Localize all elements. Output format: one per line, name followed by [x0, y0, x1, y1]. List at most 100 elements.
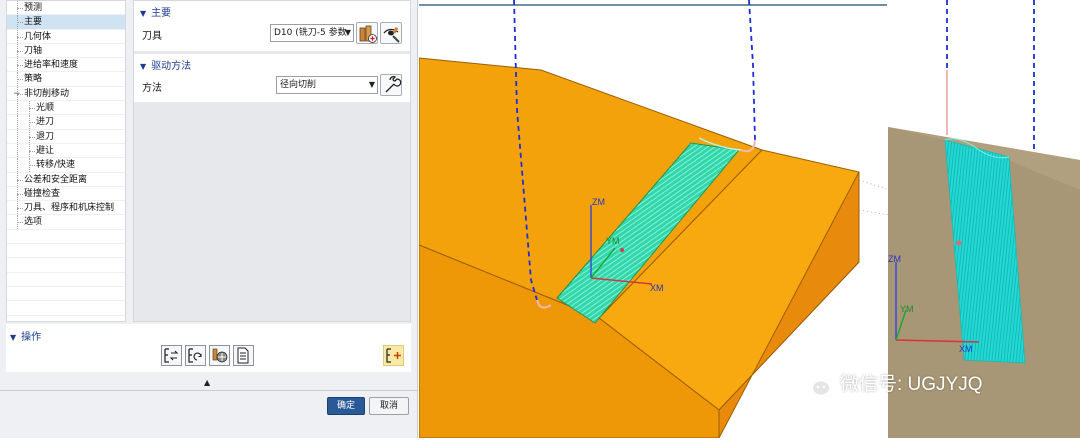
tree-item[interactable]: 刀轴: [7, 43, 125, 59]
tree-guide-line: [17, 129, 18, 143]
list-icon: [237, 347, 249, 364]
tree-item[interactable]: 退刀: [7, 129, 125, 144]
tree-branch-line: [29, 150, 35, 152]
tree-item[interactable]: 策略: [7, 72, 125, 87]
edit-drive-method-button[interactable]: [380, 74, 402, 96]
new-tool-button[interactable]: [356, 22, 378, 44]
tree-item-label: 策略: [24, 74, 43, 85]
tree-item[interactable]: 选项: [7, 215, 125, 230]
tree-item-label: 刀轴: [24, 45, 43, 56]
wrench-icon: [385, 76, 402, 93]
tree-branch-line: [17, 50, 23, 52]
dropdown-arrow-icon: ▼: [368, 80, 375, 89]
tree-item[interactable]: 进给率和速度: [7, 58, 125, 73]
collapse-arrow-icon: ▼: [140, 9, 147, 18]
tree-branch-line: [17, 193, 23, 195]
tree-item-label: 非切削移动: [24, 88, 70, 99]
ok-button[interactable]: 确定: [327, 397, 365, 415]
replay-icon: [188, 348, 202, 363]
drive-method-group: ▼ 驱动方法 方法 径向切削 ▼: [134, 54, 410, 102]
tree-branch-line: [17, 22, 23, 24]
tree-item[interactable]: 预测: [7, 1, 125, 16]
operations-group: ▼ 操作: [6, 324, 411, 372]
generate-button[interactable]: [161, 345, 182, 366]
xm-axis-label-inset: XM: [959, 344, 973, 354]
main-group: ▼ 主要 刀具 D10 (铣刀-5 参数 ▼: [134, 1, 410, 51]
tree-item-label: 预测: [24, 3, 43, 13]
tree-guide-line: [17, 158, 18, 172]
method-select-value: 径向切削: [280, 80, 317, 90]
collapse-arrow-icon: ▼: [140, 62, 147, 71]
verify-button[interactable]: [209, 345, 230, 366]
insert-icon: [386, 348, 401, 363]
main-group-title: 主要: [151, 8, 172, 19]
parameter-panel: ▼ 主要 刀具 D10 (铣刀-5 参数 ▼ ▼ 驱动方法 方法 径向切削 ▼: [133, 0, 411, 322]
main-group-header[interactable]: ▼ 主要: [140, 4, 171, 19]
tree-item-label: 主要: [24, 17, 43, 28]
tree-item[interactable]: − 非切削移动: [7, 86, 125, 102]
tree-item-label: 碰撞检查: [24, 188, 61, 199]
tool-label: 刀具: [142, 31, 162, 42]
tree-item-label: 选项: [24, 217, 43, 228]
tree-branch-line: [17, 79, 23, 81]
tree-guide-line: [17, 115, 18, 129]
tree-branch-line: [17, 65, 23, 67]
tree-item-label: 公差和安全距离: [24, 174, 88, 185]
tree-item-label: 进刀: [36, 117, 55, 128]
tree-branch-line: [17, 36, 23, 38]
wechat-logo-icon: [796, 372, 840, 398]
tree-item-label: 刀具、程序和机床控制: [24, 203, 115, 214]
new-tool-icon: [359, 25, 377, 43]
tree-item[interactable]: 避让: [7, 143, 125, 159]
tree-item-label: 几何体: [24, 31, 52, 42]
watermark-text: 微信号: UGJYJQ: [840, 374, 983, 395]
tree-guide-line: [17, 143, 18, 158]
tool-select[interactable]: D10 (铣刀-5 参数 ▼: [270, 24, 354, 42]
tree-item-label: 进给率和速度: [24, 60, 79, 71]
tree-item[interactable]: 刀具、程序和机床控制: [7, 201, 125, 216]
tree-empty-row: [7, 301, 125, 316]
drive-group-title: 驱动方法: [151, 61, 192, 72]
display-tool-button[interactable]: [380, 22, 402, 44]
tree-branch-line: [29, 108, 35, 110]
collapse-toggle-icon[interactable]: −: [13, 89, 22, 99]
tree-branch-line: [29, 122, 35, 124]
tree-item-label: 转移/快速: [36, 160, 76, 171]
tree-branch-line: [17, 208, 23, 210]
tree-branch-line: [29, 136, 35, 138]
tree-item[interactable]: 碰撞检查: [7, 186, 125, 202]
collapse-arrow-icon: ▼: [10, 333, 17, 342]
tree-empty-row: [7, 244, 125, 259]
tree-item[interactable]: 主要: [7, 15, 125, 30]
insert-operation-button[interactable]: [383, 345, 404, 366]
drive-group-header[interactable]: ▼ 驱动方法: [140, 57, 191, 72]
tool-select-value: D10 (铣刀-5 参数: [274, 28, 347, 38]
method-select[interactable]: 径向切削 ▼: [276, 76, 378, 94]
tree-empty-row: [7, 230, 125, 245]
verify-icon: [212, 348, 228, 363]
tree-item-label: 光顺: [36, 103, 55, 114]
parameter-tree: 预测 主要 几何体 刀轴 进给率和速度 策略 − 非切削移动 光顺 进刀 退刀 避让 转移/快速 公差和安…: [6, 0, 126, 322]
tree-item[interactable]: 光顺: [7, 101, 125, 116]
tree-guide-line: [17, 101, 18, 115]
list-button[interactable]: [233, 345, 254, 366]
zm-axis-label: ZM: [592, 197, 605, 207]
tree-item[interactable]: 几何体: [7, 29, 125, 44]
ym-axis-label-inset: YM: [900, 304, 914, 314]
collapse-panel-icon[interactable]: ▲: [204, 378, 210, 387]
operations-title: 操作: [21, 332, 42, 343]
cancel-button[interactable]: 取消: [369, 397, 409, 415]
replay-button[interactable]: [185, 345, 206, 366]
tree-empty-row: [7, 273, 125, 287]
tree-item[interactable]: 转移/快速: [7, 158, 125, 173]
tree-item[interactable]: 公差和安全距离: [7, 172, 125, 187]
tree-branch-line: [29, 165, 35, 167]
tree-branch-line: [17, 179, 23, 181]
operations-header[interactable]: ▼ 操作: [10, 328, 41, 343]
tree-item-label: 退刀: [36, 131, 55, 142]
tree-item[interactable]: 进刀: [7, 115, 125, 130]
footer-divider: [0, 390, 418, 391]
tree-empty-row: [7, 287, 125, 302]
dropdown-arrow-icon: ▼: [344, 28, 351, 37]
operation-dialog: 预测 主要 几何体 刀轴 进给率和速度 策略 − 非切削移动 光顺 进刀 退刀 避让 转移/快速 公差和安…: [0, 0, 418, 438]
